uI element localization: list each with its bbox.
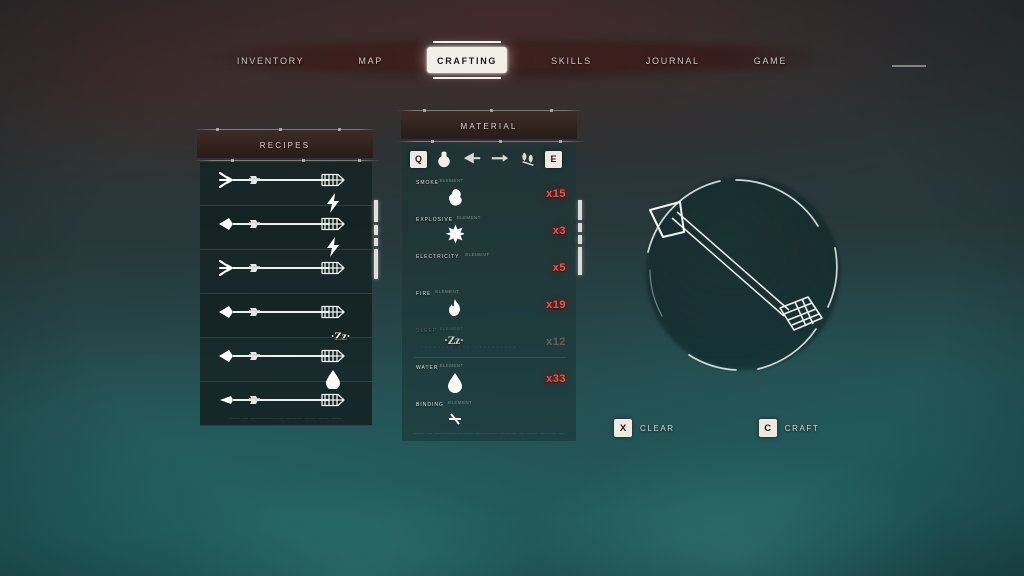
recipe-effect-water-icon [326, 370, 340, 389]
recipe-list: ·Zz· [200, 162, 372, 426]
fire-icon [449, 299, 460, 316]
explosive-icon [446, 224, 464, 244]
material-row[interactable]: Fire Element x19 [402, 288, 576, 325]
recipes-scrollbar[interactable] [374, 200, 378, 282]
material-tab-flask[interactable] [433, 149, 455, 169]
flask-icon [438, 151, 450, 168]
material-subtitle: Element [465, 251, 490, 257]
recipes-banner-rule-top [194, 128, 378, 131]
nav-item-label: Journal [645, 53, 700, 67]
material-name: Binding [416, 399, 444, 408]
nav-item-journal[interactable]: Journal [636, 47, 710, 73]
fletching-icon [522, 152, 534, 167]
material-prev-key-badge[interactable]: Q [410, 150, 427, 168]
material-subtitle: Element [439, 362, 464, 368]
material-banner-rule-top [397, 109, 583, 112]
material-scrollbar[interactable] [578, 200, 582, 278]
recipe-arrow-broadhead-icon [219, 217, 345, 231]
material-next-key-badge[interactable]: E [545, 150, 562, 168]
recipe-row[interactable]: ·Zz· [200, 294, 372, 343]
material-quantity: x33 [546, 373, 566, 385]
recipe-effect-lightning-icon [327, 193, 339, 213]
recipe-arrow-broadhead-icon [219, 305, 345, 319]
nav-item-label: Inventory [236, 53, 305, 67]
recipes-banner-rule-bottom [194, 159, 380, 162]
smoke-icon [448, 189, 462, 206]
binding-icon [449, 413, 461, 425]
material-tab-fletching[interactable] [517, 149, 539, 169]
recipe-row[interactable] [200, 250, 372, 294]
top-navigation-bar: Inventory Map Crafting Skills Journal Game [0, 34, 1024, 86]
nav-item-map[interactable]: Map [348, 47, 393, 73]
recipes-panel-title: Recipes [197, 131, 373, 158]
craft-key-badge: C [758, 419, 777, 437]
nav-item-crafting[interactable]: Crafting [427, 41, 508, 79]
clear-button[interactable]: X Clear [614, 419, 675, 437]
nav-item-label: Map [358, 53, 383, 67]
recipes-panel: ·Zz· —— — —————— ——— —— —— —— [200, 162, 372, 426]
material-name: Sleep [416, 325, 438, 334]
material-quantity: x19 [546, 299, 566, 311]
material-tab-shaft[interactable] [489, 149, 511, 169]
material-watermark-underline [414, 357, 566, 358]
water-icon [448, 373, 462, 393]
recipe-row[interactable] [200, 162, 372, 213]
material-tab-arrowhead[interactable] [461, 149, 483, 169]
material-name: Water [416, 362, 439, 371]
craft-button[interactable]: C Craft [758, 419, 820, 437]
clear-key-badge: X [614, 419, 632, 437]
material-row[interactable]: Smoke Element x15 [402, 177, 576, 214]
nav-item-label: Skills [551, 53, 592, 67]
recipe-row[interactable] [200, 338, 372, 389]
nav-item-label: Crafting [437, 53, 498, 67]
crafting-screen: Inventory Map Crafting Skills Journal Game Re… [0, 0, 1024, 576]
material-name: Explosive [416, 214, 454, 223]
nav-item-inventory[interactable]: Inventory [227, 47, 314, 73]
material-quantity: x15 [546, 188, 566, 200]
material-quantity: x3 [552, 225, 566, 237]
clear-button-label: Clear [640, 422, 675, 434]
nav-item-skills[interactable]: Skills [541, 47, 602, 73]
recipe-arrow-trident-icon [218, 260, 345, 276]
material-list: Smoke Element x15 Explosive Element x3 Electri… [402, 177, 576, 436]
material-watermark: ········ ··· ·········· [420, 341, 517, 353]
nav-item-label: Game [753, 53, 788, 67]
material-row[interactable]: Water Element x33 [402, 362, 576, 399]
material-quantity: x5 [552, 262, 566, 274]
recipe-row[interactable] [200, 206, 372, 257]
material-subtitle: Element [439, 177, 464, 183]
material-panel: ········ ··· ·········· Smoke Element x15 E… [402, 143, 576, 441]
shaft-icon [491, 154, 509, 162]
material-subtitle: Element [435, 288, 460, 294]
nav-tick-mark [892, 65, 926, 67]
material-row[interactable]: Explosive Element x3 [402, 214, 576, 251]
material-subtitle: Element [439, 325, 464, 331]
material-panel-title: Material [401, 112, 577, 139]
nav-item-game[interactable]: Game [744, 47, 797, 73]
material-category-tabs: QE [410, 147, 570, 171]
recipe-arrow-point-icon [220, 393, 345, 407]
material-subtitle: Element [456, 214, 481, 220]
recipes-footnote: —— — —————— ——— —— —— —— [229, 416, 343, 422]
material-footnote: —— — ——————— ———— ——— — —— ——— — [413, 431, 565, 437]
preview-arrow-icon [649, 201, 823, 331]
recipe-effect-lightning-icon [327, 237, 339, 257]
material-row[interactable]: Electricity Element x5 [402, 251, 576, 288]
recipe-arrow-trident-icon [218, 172, 345, 188]
action-bar: X Clear C Craft [614, 416, 864, 440]
material-subtitle: Element [448, 399, 473, 405]
craft-button-label: Craft [784, 422, 820, 434]
arrowhead-icon [463, 152, 481, 164]
material-name: Electricity [416, 251, 460, 260]
recipe-arrow-broadhead-icon [219, 349, 345, 363]
material-name: Fire [416, 288, 432, 297]
material-banner-rule-bottom [397, 140, 585, 143]
crafted-item-preview [632, 166, 854, 388]
nav-items: Inventory Map Crafting Skills Journal Game [0, 34, 1024, 86]
material-name: Smoke [416, 177, 440, 186]
